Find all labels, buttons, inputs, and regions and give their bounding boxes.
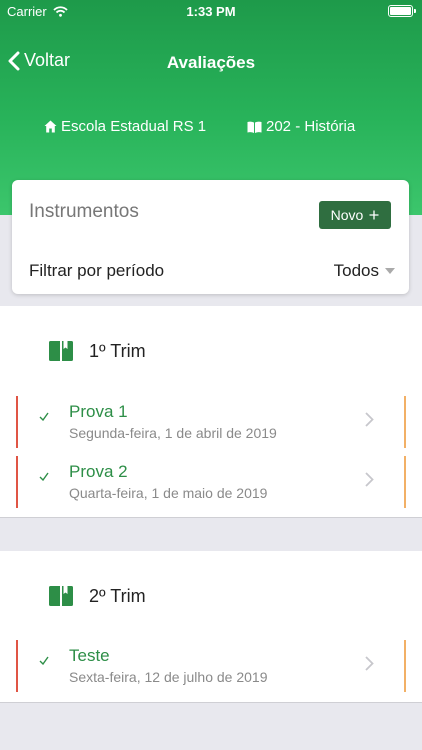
assessment-item[interactable]: Teste Sexta-feira, 12 de julho de 2019	[16, 640, 406, 692]
period-header: 1º Trim	[49, 340, 146, 362]
check-icon	[39, 656, 49, 665]
new-button-label: Novo	[330, 207, 364, 223]
caret-down-icon	[385, 268, 395, 274]
period-section: 2º Trim Teste Sexta-feira, 12 de julho d…	[0, 551, 422, 703]
assessment-item[interactable]: Prova 1 Segunda-feira, 1 de abril de 201…	[16, 396, 406, 448]
book-icon	[49, 586, 73, 606]
period-header: 2º Trim	[49, 585, 146, 607]
class-name: 202 - História	[266, 118, 356, 135]
home-icon	[44, 120, 57, 133]
period-name: 2º Trim	[89, 585, 146, 606]
check-icon	[39, 412, 49, 421]
book-icon	[49, 341, 73, 361]
navigation-bar: Voltar Avaliações	[0, 44, 422, 84]
battery-icon	[388, 5, 416, 17]
school-info: Escola Estadual RS 1	[44, 118, 206, 135]
status-time: 1:33 PM	[186, 4, 236, 19]
assessment-title: Prova 1	[69, 402, 128, 421]
school-name: Escola Estadual RS 1	[61, 118, 207, 135]
assessment-title: Prova 2	[69, 462, 128, 481]
class-info: 202 - História	[247, 118, 355, 135]
new-instrument-button[interactable]: Novo	[319, 201, 391, 229]
chevron-right-icon	[365, 656, 374, 671]
chevron-right-icon	[365, 472, 374, 487]
period-section: 1º Trim Prova 1 Segunda-feira, 1 de abri…	[0, 306, 422, 518]
filter-value: Todos	[333, 261, 379, 280]
assessment-date: Segunda-feira, 1 de abril de 2019	[69, 425, 277, 441]
page-title: Avaliações	[166, 53, 256, 72]
assessment-item[interactable]: Prova 2 Quarta-feira, 1 de maio de 2019	[16, 456, 406, 508]
period-filter-dropdown[interactable]: Todos	[334, 261, 395, 281]
period-name: 1º Trim	[89, 340, 146, 361]
assessment-date: Sexta-feira, 12 de julho de 2019	[69, 669, 268, 685]
book-icon	[247, 121, 262, 133]
check-icon	[39, 472, 49, 481]
assessment-title: Teste	[69, 646, 110, 665]
plus-icon	[369, 210, 379, 220]
instruments-title: Instrumentos	[29, 201, 139, 222]
instruments-card: Instrumentos Novo Filtrar por período To…	[12, 180, 409, 294]
chevron-right-icon	[365, 412, 374, 427]
assessment-date: Quarta-feira, 1 de maio de 2019	[69, 485, 268, 501]
status-bar: Carrier 1:33 PM	[0, 0, 422, 22]
filter-period-label: Filtrar por período	[29, 261, 165, 280]
context-bar: Escola Estadual RS 1 202 - História	[0, 118, 422, 138]
